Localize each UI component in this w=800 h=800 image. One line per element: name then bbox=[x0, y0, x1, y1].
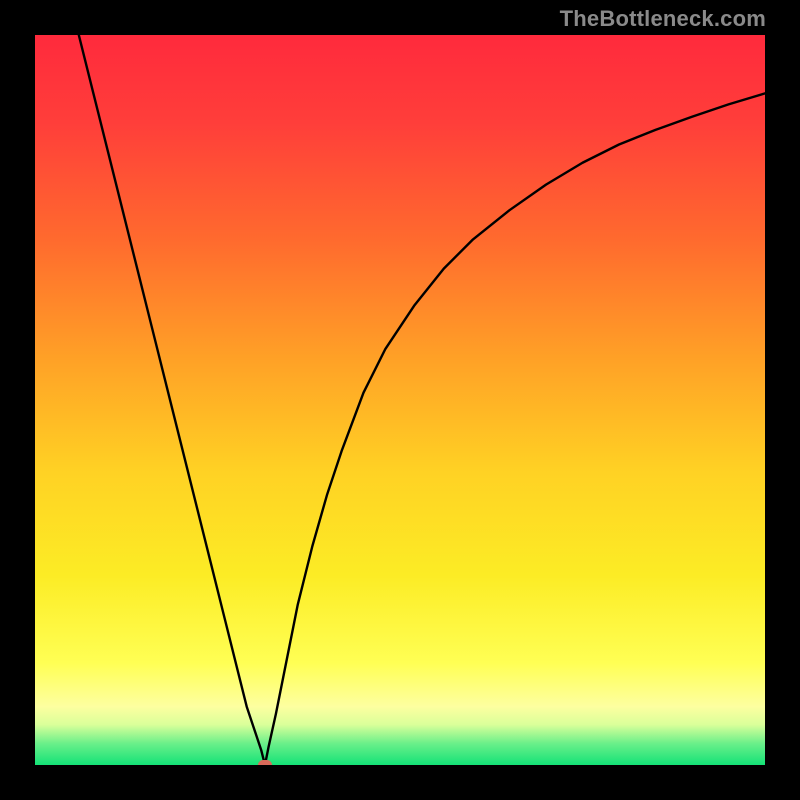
watermark-text: TheBottleneck.com bbox=[560, 6, 766, 32]
optimal-marker bbox=[258, 760, 272, 765]
chart-frame: { "watermark": "TheBottleneck.com", "col… bbox=[0, 0, 800, 800]
bottleneck-curve bbox=[35, 35, 765, 765]
plot-area bbox=[35, 35, 765, 765]
